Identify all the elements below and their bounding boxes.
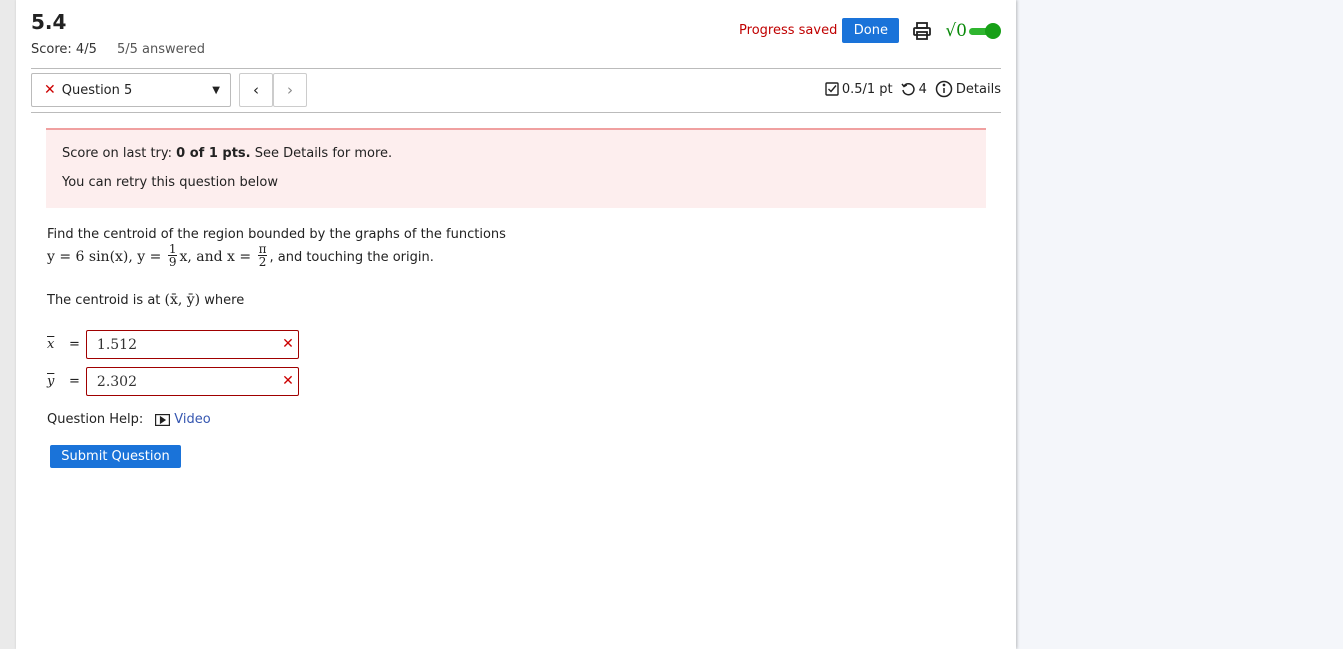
done-button[interactable]: Done	[842, 18, 900, 43]
chevron-right-icon: ›	[287, 81, 293, 99]
chevron-left-icon: ‹	[253, 81, 259, 99]
question-text: Find the centroid of the region bounded …	[47, 226, 947, 270]
print-icon[interactable]	[911, 20, 933, 42]
divider-bottom	[31, 112, 1001, 113]
question-select[interactable]: ✕ Question 5 ▼	[31, 73, 231, 107]
incorrect-mark-icon: ✕	[282, 336, 294, 352]
question-meta: 0.5/1 pt 4 Details	[817, 80, 1001, 98]
centroid-prompt: The centroid is at (x̄, ȳ) where	[47, 292, 245, 308]
math-entry-toggle[interactable]: √0	[945, 21, 1001, 41]
score-line: Score: 4/5 5/5 answered	[31, 42, 205, 57]
assignment-title: 5.4	[31, 10, 67, 34]
video-icon	[155, 413, 171, 426]
x-bar-label: x	[47, 337, 55, 352]
details-link[interactable]: Details	[935, 80, 1001, 98]
y-bar-label: y	[47, 374, 55, 389]
score-label: Score: 4/5	[31, 42, 97, 57]
answer-row-y: y = 2.302 ✕	[47, 367, 947, 396]
question-help: Question Help: Video	[47, 412, 947, 427]
question-line-1: Find the centroid of the region bounded …	[47, 227, 506, 242]
function-expression: y = 6 sin(x), y =	[47, 249, 166, 265]
fraction-one-ninth: 19	[167, 242, 178, 269]
sqrt-icon: √0	[945, 20, 967, 41]
divider-top	[31, 68, 1001, 69]
answer-fields: x = 1.512 ✕ y = 2.302 ✕	[47, 330, 947, 396]
last-try-score: Score on last try: 0 of 1 pts. See Detai…	[62, 146, 393, 161]
incorrect-mark-icon: ✕	[282, 373, 294, 389]
submit-question-button[interactable]: Submit Question	[50, 445, 181, 468]
retry-message: You can retry this question below	[62, 175, 278, 190]
last-try-alert: Score on last try: 0 of 1 pts. See Detai…	[46, 128, 986, 208]
top-toolbar: Progress saved Done √0	[739, 18, 1001, 43]
question-select-label: Question 5	[61, 82, 133, 98]
x-bar-input[interactable]: 1.512 ✕	[85, 330, 299, 359]
question-line-2: y = 6 sin(x), y = 1 9 x, and x = π2, and t…	[47, 242, 434, 269]
progress-saved-status: Progress saved	[739, 23, 838, 38]
answer-row-x: x = 1.512 ✕	[47, 330, 947, 359]
next-question-button[interactable]: ›	[273, 73, 307, 107]
incorrect-icon: ✕	[44, 82, 56, 98]
checkbox-icon	[825, 82, 839, 96]
info-icon	[935, 80, 953, 98]
video-help-link[interactable]: Video	[155, 412, 211, 427]
right-gutter	[1016, 0, 1343, 649]
question-content: Find the centroid of the region bounded …	[47, 226, 947, 468]
toggle-switch[interactable]	[969, 22, 1001, 39]
answered-count: 5/5 answered	[117, 42, 205, 57]
previous-question-button[interactable]: ‹	[239, 73, 273, 107]
retry-icon	[901, 82, 915, 95]
fraction-pi-over-two: π2	[257, 242, 268, 269]
caret-down-icon: ▼	[212, 85, 220, 96]
assignment-page: 5.4 Score: 4/5 5/5 answered Progress sav…	[16, 0, 1016, 649]
y-bar-input[interactable]: 2.302 ✕	[85, 367, 299, 396]
attempts-indicator: 4	[901, 82, 927, 97]
question-help-label: Question Help:	[47, 412, 144, 427]
points-indicator: 0.5/1 pt	[825, 82, 893, 97]
